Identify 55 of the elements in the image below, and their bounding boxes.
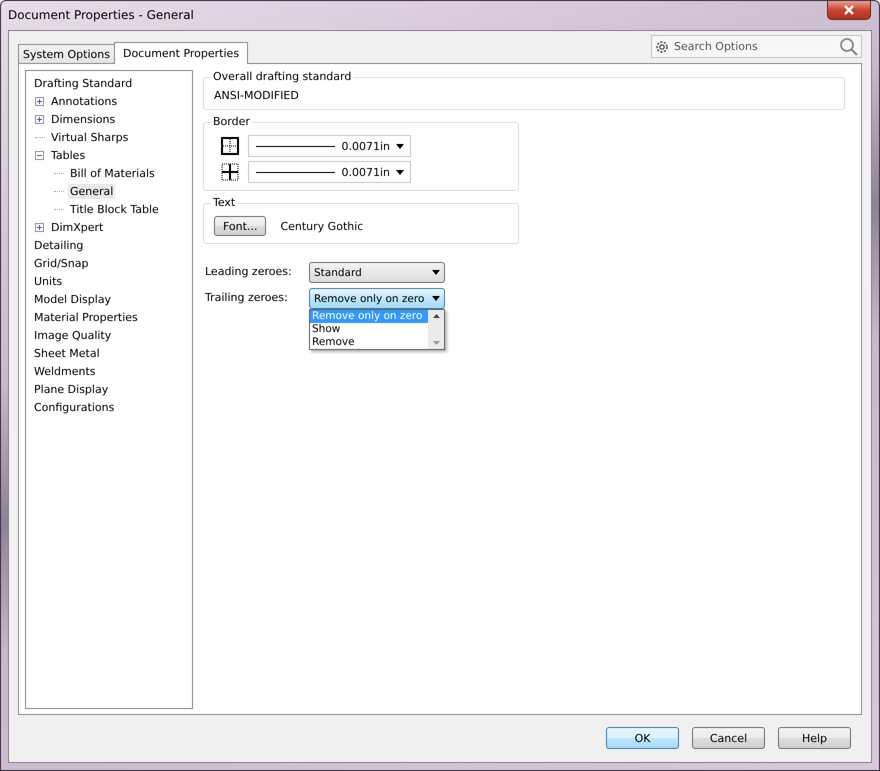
dropdown[interactable]: Remove only on zero: [309, 288, 445, 309]
tree-item[interactable]: Dimensions: [49, 112, 118, 126]
collapse-icon[interactable]: [35, 150, 44, 160]
tree-item[interactable]: Model Display: [32, 292, 114, 306]
tree-item[interactable]: Annotations: [49, 94, 120, 108]
scroll-down-icon: [432, 341, 440, 345]
dropdown-option[interactable]: Remove: [310, 336, 428, 349]
close-icon: [842, 5, 856, 15]
group-label: Overall drafting standard: [211, 70, 354, 83]
caret-icon: [396, 170, 404, 174]
caret-icon: [432, 296, 440, 301]
caret-icon: [396, 144, 404, 148]
line-weight-dropdown[interactable]: 0.0071in: [248, 161, 411, 183]
tree-item[interactable]: Tables: [49, 148, 88, 162]
dropdown-option[interactable]: Show: [310, 323, 428, 336]
expand-icon[interactable]: [35, 222, 44, 232]
tree-item[interactable]: General: [68, 184, 116, 198]
line-weight-dropdown[interactable]: 0.0071in: [248, 135, 411, 157]
tree-item[interactable]: Detailing: [32, 238, 86, 252]
caret-icon: [432, 270, 440, 275]
field-label: Trailing zeroes:: [205, 290, 289, 304]
search-icon: [839, 37, 859, 57]
tree-item[interactable]: Sheet Metal: [32, 346, 102, 360]
tree-item[interactable]: Drafting Standard: [32, 76, 134, 90]
tree-item[interactable]: Bill of Materials: [68, 166, 157, 180]
scrollbar[interactable]: [428, 310, 444, 349]
tree-item[interactable]: Grid/Snap: [32, 256, 90, 270]
settings-icon: [654, 39, 670, 55]
font-button[interactable]: Font...: [214, 216, 266, 236]
dialog-button[interactable]: Cancel: [692, 727, 765, 749]
tree-item[interactable]: Image Quality: [32, 328, 114, 342]
tree-item[interactable]: Plane Display: [32, 382, 110, 396]
dialog-button[interactable]: Help: [778, 727, 851, 749]
dropdown[interactable]: Standard: [309, 262, 445, 283]
field-label: Leading zeroes:: [205, 264, 293, 278]
expand-icon[interactable]: [35, 114, 44, 124]
standard-value: ANSI-MODIFIED: [214, 89, 300, 102]
group-label: Text: [211, 196, 238, 209]
tree-item[interactable]: Configurations: [32, 400, 116, 414]
close-button[interactable]: [827, 1, 871, 20]
tab[interactable]: System Options: [18, 44, 115, 63]
group-label: Border: [211, 115, 252, 128]
tree-item[interactable]: Title Block Table: [68, 202, 161, 216]
tree-item[interactable]: Weldments: [32, 364, 98, 378]
dialog-button[interactable]: OK: [606, 727, 679, 749]
tree-item[interactable]: Units: [32, 274, 64, 288]
expand-icon[interactable]: [35, 96, 44, 106]
tab[interactable]: Document Properties: [114, 42, 248, 64]
tree-item[interactable]: Material Properties: [32, 310, 140, 324]
font-name: Century Gothic: [280, 220, 364, 232]
search-field[interactable]: Search Options: [651, 35, 862, 58]
window-title: Document Properties - General: [8, 8, 194, 22]
scroll-up-icon: [432, 314, 440, 318]
tree-item[interactable]: Virtual Sharps: [49, 130, 130, 144]
tree-item[interactable]: DimXpert: [49, 220, 106, 234]
